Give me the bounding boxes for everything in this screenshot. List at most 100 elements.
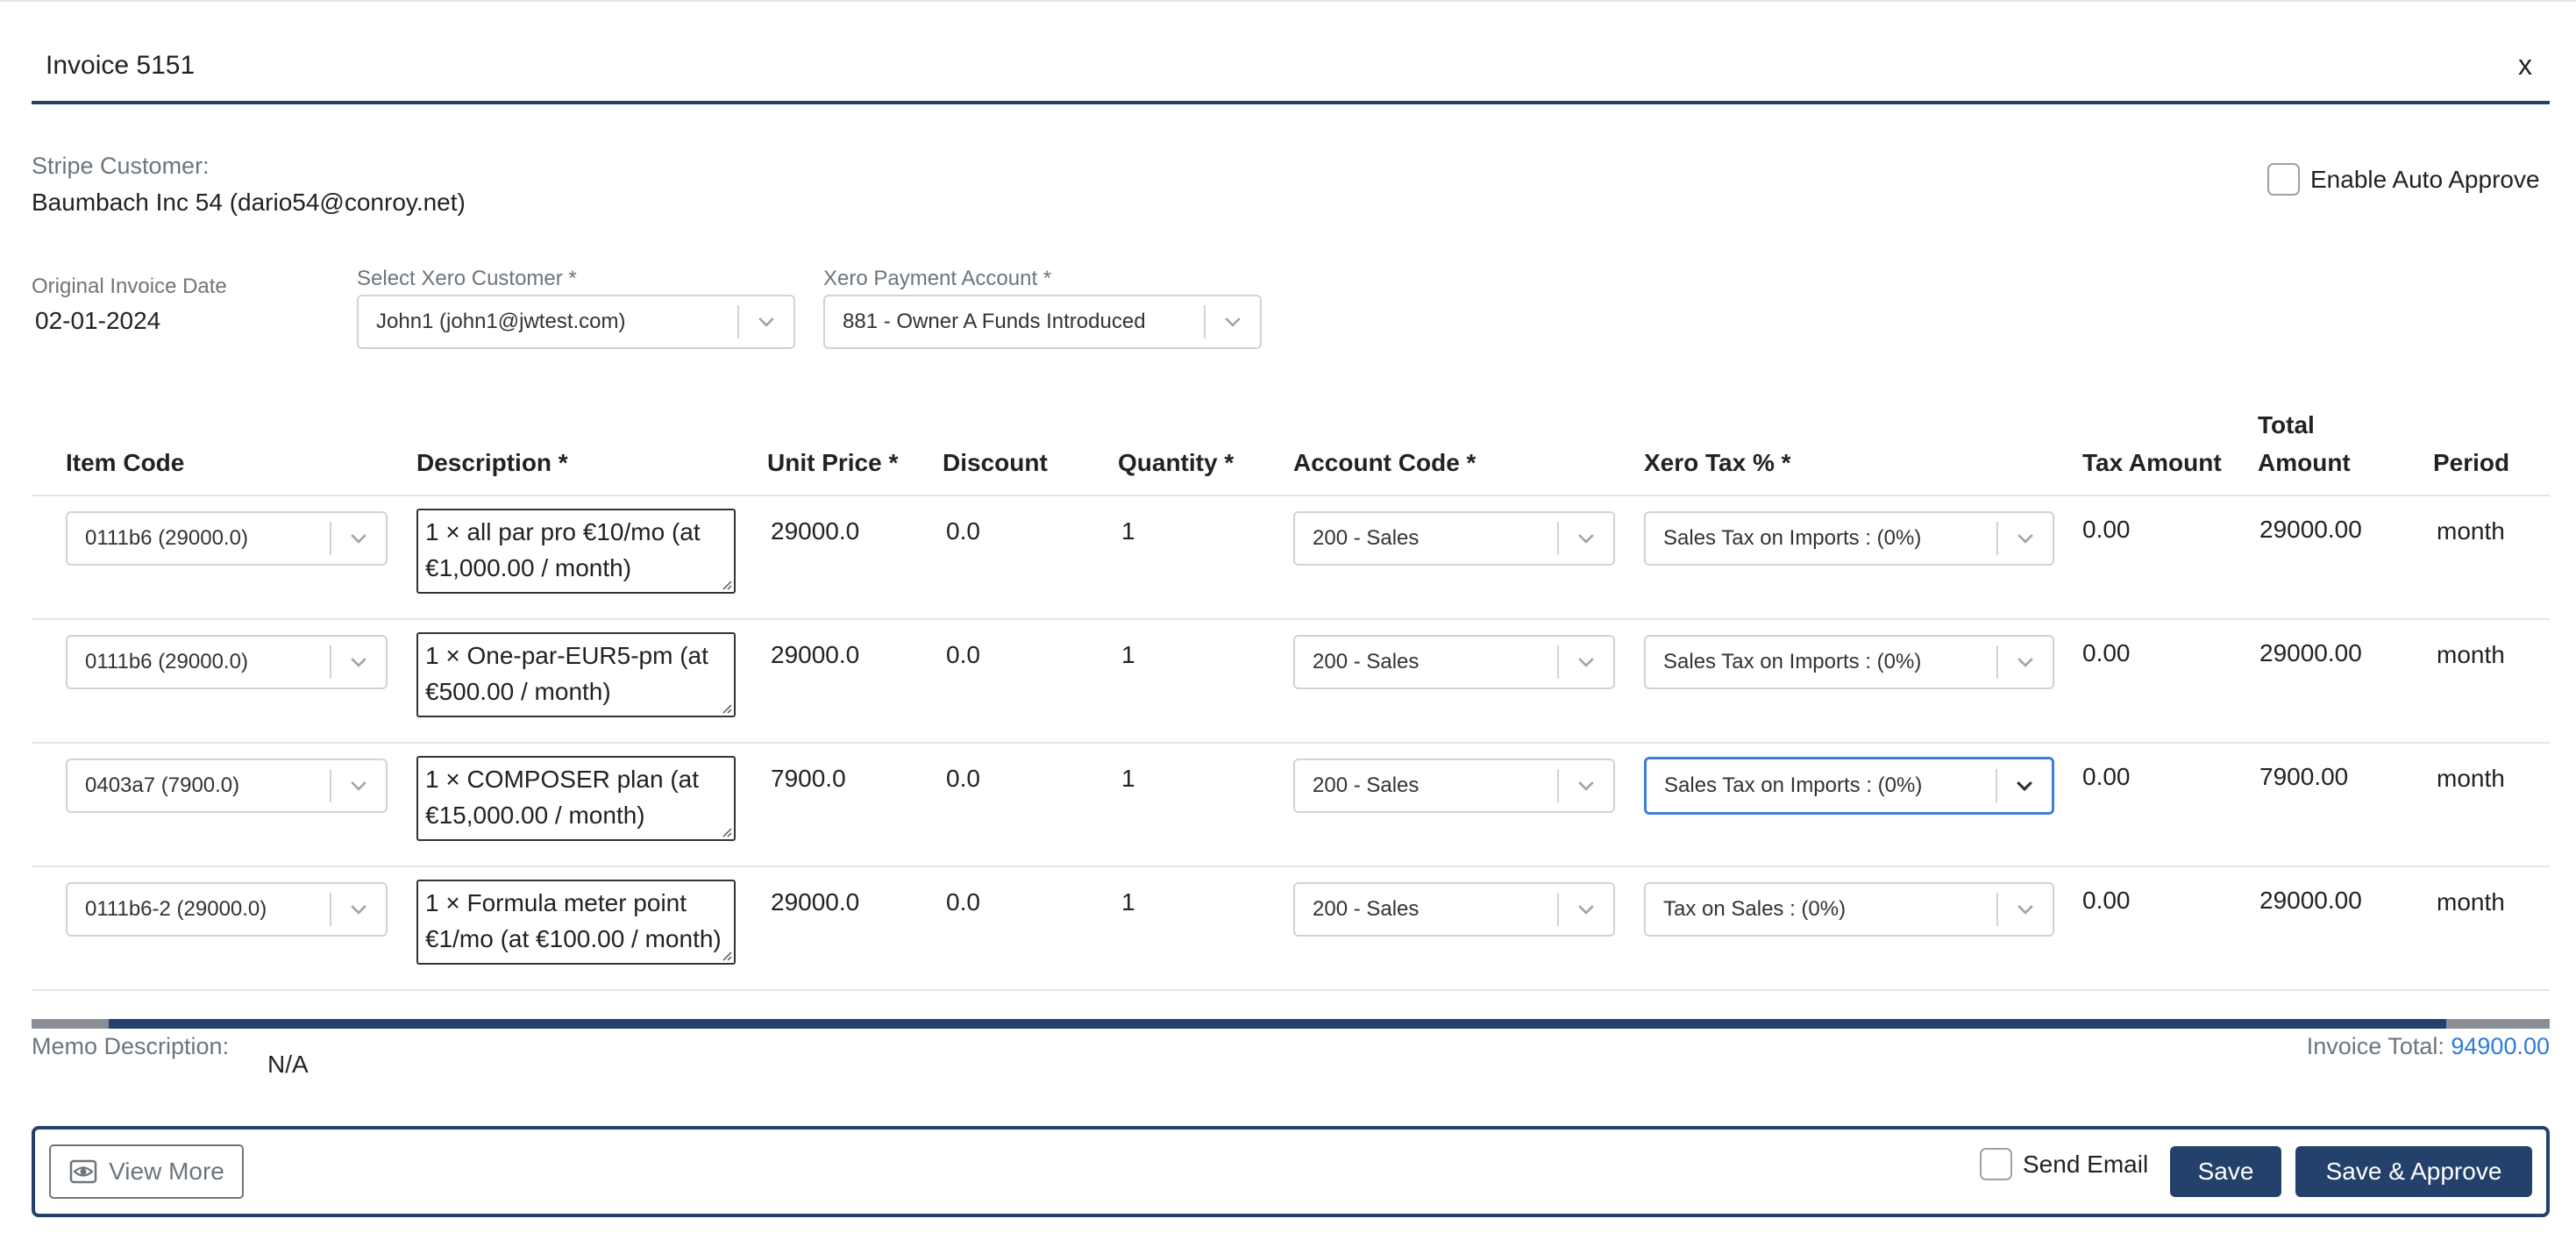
view-more-label: View More: [109, 1158, 224, 1185]
xero-tax-select[interactable]: Tax on Sales : (0%): [1644, 882, 2054, 937]
header-unit-price: Unit Price *: [767, 449, 899, 476]
description-line: 1 × Formula meter point: [425, 889, 687, 916]
chevron-down-icon[interactable]: [1206, 296, 1260, 347]
xero-payment-account-label: Xero Payment Account *: [823, 267, 1052, 290]
stripe-customer-label: Stripe Customer:: [32, 153, 210, 179]
description-textarea[interactable]: 1 × COMPOSER plan (at €15,000.00 / month…: [416, 756, 736, 841]
tax-amount-cell: 0.00: [2082, 639, 2131, 666]
total-amount-cell: 29000.00: [2259, 516, 2362, 543]
title-divider: [32, 101, 2550, 104]
resize-grip-icon[interactable]: [720, 578, 732, 590]
xero-payment-account-selected: 881 - Owner A Funds Introduced: [843, 310, 1146, 333]
quantity-cell: 1: [1121, 888, 1135, 916]
chevron-down-icon[interactable]: [1998, 513, 2053, 564]
auto-approve-checkbox[interactable]: [2267, 163, 2300, 196]
chevron-down-icon[interactable]: [1998, 637, 2053, 688]
unit-price-cell: 29000.0: [771, 888, 860, 916]
eye-icon: [69, 1159, 97, 1184]
discount-cell: 0.0: [946, 641, 980, 668]
chevron-down-icon[interactable]: [331, 760, 386, 811]
account-code-select[interactable]: 200 - Sales: [1293, 759, 1615, 813]
top-border: [0, 0, 2576, 2]
account-code-select[interactable]: 200 - Sales: [1293, 882, 1615, 937]
row-divider: [32, 866, 2550, 867]
account-code-select[interactable]: 200 - Sales: [1293, 635, 1615, 689]
resize-grip-icon[interactable]: [720, 825, 732, 837]
description-textarea[interactable]: 1 × Formula meter point €1/mo (at €100.0…: [416, 880, 736, 965]
xero-customer-selected: John1 (john1@jwtest.com): [376, 310, 626, 333]
header-tax-amount: Tax Amount: [2082, 449, 2222, 476]
item-code-selected: 0111b6 (29000.0): [85, 526, 248, 550]
description-textarea[interactable]: 1 × One-par-EUR5-pm (at €500.00 / month): [416, 632, 736, 717]
item-code-select[interactable]: 0403a7 (7900.0): [66, 759, 388, 813]
tax-amount-cell: 0.00: [2082, 887, 2131, 914]
chevron-down-icon[interactable]: [1559, 884, 1613, 935]
chevron-down-icon[interactable]: [1997, 759, 2052, 812]
chevron-down-icon[interactable]: [1559, 513, 1613, 564]
total-amount-cell: 29000.00: [2259, 887, 2362, 914]
invoice-total: Invoice Total: 94900.00: [2307, 1033, 2550, 1060]
original-invoice-date-label: Original Invoice Date: [32, 274, 227, 298]
xero-customer-label: Select Xero Customer *: [357, 267, 577, 290]
memo-value: N/A: [267, 1051, 309, 1078]
discount-cell: 0.0: [946, 765, 980, 792]
header-description: Description *: [416, 449, 568, 476]
item-code-select[interactable]: 0111b6 (29000.0): [66, 635, 388, 689]
chevron-down-icon[interactable]: [1998, 884, 2053, 935]
save-approve-button[interactable]: Save & Approve: [2295, 1146, 2532, 1197]
row-divider: [32, 495, 2550, 496]
chevron-down-icon[interactable]: [331, 884, 386, 935]
description-textarea[interactable]: 1 × all par pro €10/mo (at €1,000.00 / m…: [416, 509, 736, 594]
send-email-label: Send Email: [2023, 1150, 2149, 1178]
xero-customer-select[interactable]: John1 (john1@jwtest.com): [357, 295, 795, 349]
item-code-selected: 0403a7 (7900.0): [85, 773, 240, 797]
header-account-code: Account Code *: [1293, 449, 1477, 476]
header-xero-tax: Xero Tax % *: [1644, 449, 1791, 476]
view-more-button[interactable]: View More: [49, 1144, 244, 1199]
discount-cell: 0.0: [946, 517, 980, 545]
description-line: 1 × COMPOSER plan (at: [425, 766, 700, 793]
item-code-selected: 0111b6-2 (29000.0): [85, 897, 267, 921]
chevron-down-icon[interactable]: [1559, 760, 1613, 811]
send-email-toggle[interactable]: Send Email: [1980, 1148, 2148, 1180]
xero-tax-select[interactable]: Sales Tax on Imports : (0%): [1644, 511, 2054, 566]
xero-tax-selected: Tax on Sales : (0%): [1663, 897, 1847, 921]
row-divider: [32, 618, 2550, 620]
modal-title: Invoice 5151: [46, 51, 196, 80]
period-cell: month: [2437, 765, 2505, 792]
header-total-amount-line1: Total: [2258, 411, 2315, 438]
item-code-select[interactable]: 0111b6-2 (29000.0): [66, 882, 388, 937]
chevron-down-icon[interactable]: [1559, 637, 1613, 688]
xero-tax-selected: Sales Tax on Imports : (0%): [1663, 650, 1922, 673]
description-line: 1 × One-par-EUR5-pm (at: [425, 642, 708, 669]
original-invoice-date-value: 02-01-2024: [35, 307, 161, 334]
close-button[interactable]: x: [2518, 51, 2532, 79]
chevron-down-icon[interactable]: [331, 637, 386, 688]
xero-tax-selected: Sales Tax on Imports : (0%): [1664, 773, 1923, 797]
item-code-select[interactable]: 0111b6 (29000.0): [66, 511, 388, 566]
chevron-down-icon[interactable]: [739, 296, 793, 347]
header-period: Period: [2433, 449, 2510, 476]
tax-amount-cell: 0.00: [2082, 763, 2131, 790]
xero-payment-account-select[interactable]: 881 - Owner A Funds Introduced: [823, 295, 1262, 349]
resize-grip-icon[interactable]: [720, 949, 732, 961]
auto-approve-toggle[interactable]: Enable Auto Approve: [2267, 163, 2540, 196]
discount-cell: 0.0: [946, 888, 980, 916]
invoice-total-label: Invoice Total:: [2306, 1033, 2451, 1059]
account-code-selected: 200 - Sales: [1313, 650, 1420, 673]
account-code-selected: 200 - Sales: [1313, 526, 1420, 550]
xero-tax-select[interactable]: Sales Tax on Imports : (0%): [1644, 635, 2054, 689]
account-code-select[interactable]: 200 - Sales: [1293, 511, 1615, 566]
chevron-down-icon[interactable]: [331, 513, 386, 564]
period-cell: month: [2437, 888, 2505, 916]
send-email-checkbox[interactable]: [1980, 1148, 2012, 1180]
header-quantity: Quantity *: [1118, 449, 1235, 476]
resize-grip-icon[interactable]: [720, 702, 732, 714]
xero-tax-select[interactable]: Sales Tax on Imports : (0%): [1644, 757, 2054, 815]
scrollbar-thumb[interactable]: [109, 1019, 2446, 1029]
save-button[interactable]: Save: [2170, 1146, 2281, 1197]
header-total-amount-line2: Amount: [2258, 449, 2351, 476]
header-item-code: Item Code: [66, 449, 185, 476]
auto-approve-label: Enable Auto Approve: [2310, 165, 2540, 193]
description-line: €1,000.00 / month): [425, 554, 632, 581]
